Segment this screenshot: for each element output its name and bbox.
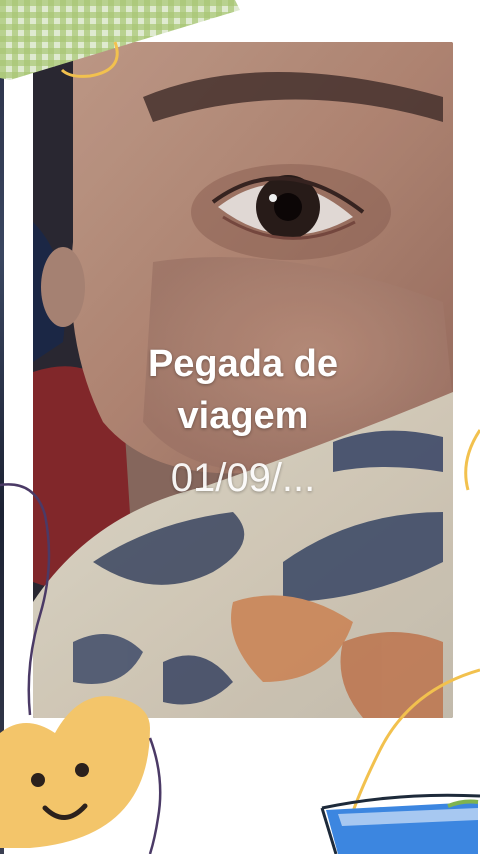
heart-left-eye (31, 773, 45, 787)
story-canvas[interactable]: Pegada de viagem 01/09/... (0, 0, 480, 854)
heart-right-eye (75, 763, 89, 777)
story-caption-title: Pegada de viagem (33, 338, 453, 442)
caption-line-2: viagem (177, 395, 309, 437)
heart-smile (42, 803, 88, 820)
water-bowl-sticker (320, 793, 480, 854)
caption-line-1: Pegada de (147, 343, 339, 385)
previous-story-edge (0, 0, 4, 854)
story-caption-date: 01/09/... (170, 456, 316, 500)
